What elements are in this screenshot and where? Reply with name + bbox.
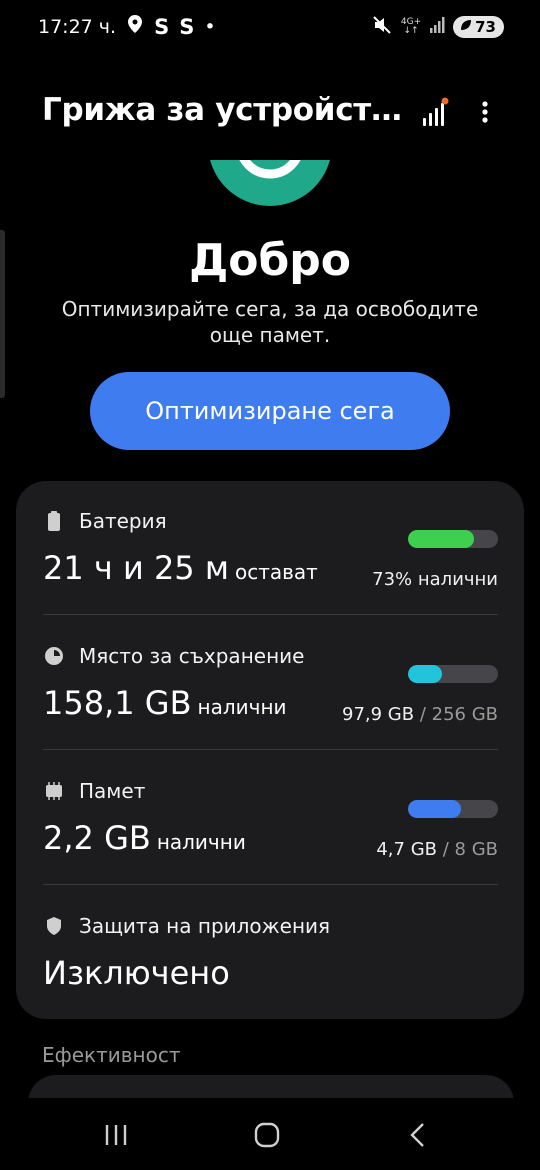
app-protection-label: Защита на приложения xyxy=(79,914,331,938)
memory-chip-icon xyxy=(43,780,65,802)
storage-progress-bar xyxy=(408,665,498,683)
leaf-icon xyxy=(459,18,473,36)
status-time: 17:27 ч. xyxy=(38,15,117,38)
battery-unit: остават xyxy=(234,560,318,584)
more-notifications-dot: • xyxy=(204,15,216,38)
storage-unit: налични xyxy=(197,695,287,719)
diagnostics-icon[interactable] xyxy=(420,96,450,132)
edge-panel-handle[interactable] xyxy=(0,230,5,398)
storage-available: 158,1 GB xyxy=(43,684,192,722)
storage-pie-icon xyxy=(43,645,65,667)
battery-level: 73 xyxy=(475,18,496,36)
storage-section[interactable]: Място за съхранение 158,1 GB налични 97,9… xyxy=(43,644,498,754)
notification-s-icon: S xyxy=(179,14,195,39)
home-icon[interactable] xyxy=(247,1120,287,1150)
status-description: Оптимизирайте сега, за да освободите още… xyxy=(61,297,479,347)
status-title: Добро xyxy=(189,235,351,286)
more-options-icon[interactable] xyxy=(470,96,500,128)
battery-label: Батерия xyxy=(79,509,167,533)
shield-icon xyxy=(43,915,65,937)
device-care-card: Батерия 21 ч и 25 м остават 73% налични М… xyxy=(16,481,524,1019)
memory-detail: 4,7 GB / 8 GB xyxy=(376,839,498,860)
status-graphic xyxy=(208,160,332,206)
divider xyxy=(43,614,498,615)
network-type: 4G+ ↓↑ xyxy=(400,17,422,36)
storage-progress-fill xyxy=(408,665,443,683)
divider xyxy=(43,884,498,885)
memory-section[interactable]: Памет 2,2 GB налични 4,7 GB / 8 GB xyxy=(43,779,498,889)
back-icon[interactable] xyxy=(398,1120,438,1150)
battery-indicator: 73 xyxy=(453,16,504,38)
memory-available: 2,2 GB xyxy=(43,819,151,857)
navigation-bar xyxy=(0,1098,540,1170)
recent-apps-icon[interactable] xyxy=(96,1120,136,1150)
memory-progress-bar xyxy=(408,800,498,818)
app-protection-status: Изключено xyxy=(43,954,230,992)
optimize-now-button[interactable]: Оптимизиране сега xyxy=(90,372,450,450)
storage-label: Място за съхранение xyxy=(79,644,305,668)
battery-progress-bar xyxy=(408,530,498,548)
page-title: Грижа за устройств... xyxy=(42,92,402,128)
location-pin-icon xyxy=(126,14,144,39)
app-header: Грижа за устройств... xyxy=(42,92,502,140)
storage-detail: 97,9 GB / 256 GB xyxy=(342,704,498,725)
battery-detail: 73% налични xyxy=(372,569,498,590)
mute-icon xyxy=(371,14,393,40)
notification-s-icon: S xyxy=(154,14,170,39)
cell-signal-icon xyxy=(429,16,445,38)
status-bar: 17:27 ч. S S • 4G+ ↓↑ 73 xyxy=(0,0,540,56)
battery-progress-fill xyxy=(408,530,474,548)
memory-progress-fill xyxy=(408,800,462,818)
divider xyxy=(43,749,498,750)
memory-unit: налични xyxy=(156,830,246,854)
battery-time-remaining: 21 ч и 25 м xyxy=(43,549,229,587)
efficiency-section-label: Ефективност xyxy=(42,1043,181,1067)
battery-section[interactable]: Батерия 21 ч и 25 м остават 73% налични xyxy=(43,509,498,619)
app-protection-section[interactable]: Защита на приложения Изключено xyxy=(43,914,498,1004)
battery-icon xyxy=(43,510,65,532)
memory-label: Памет xyxy=(79,779,146,803)
